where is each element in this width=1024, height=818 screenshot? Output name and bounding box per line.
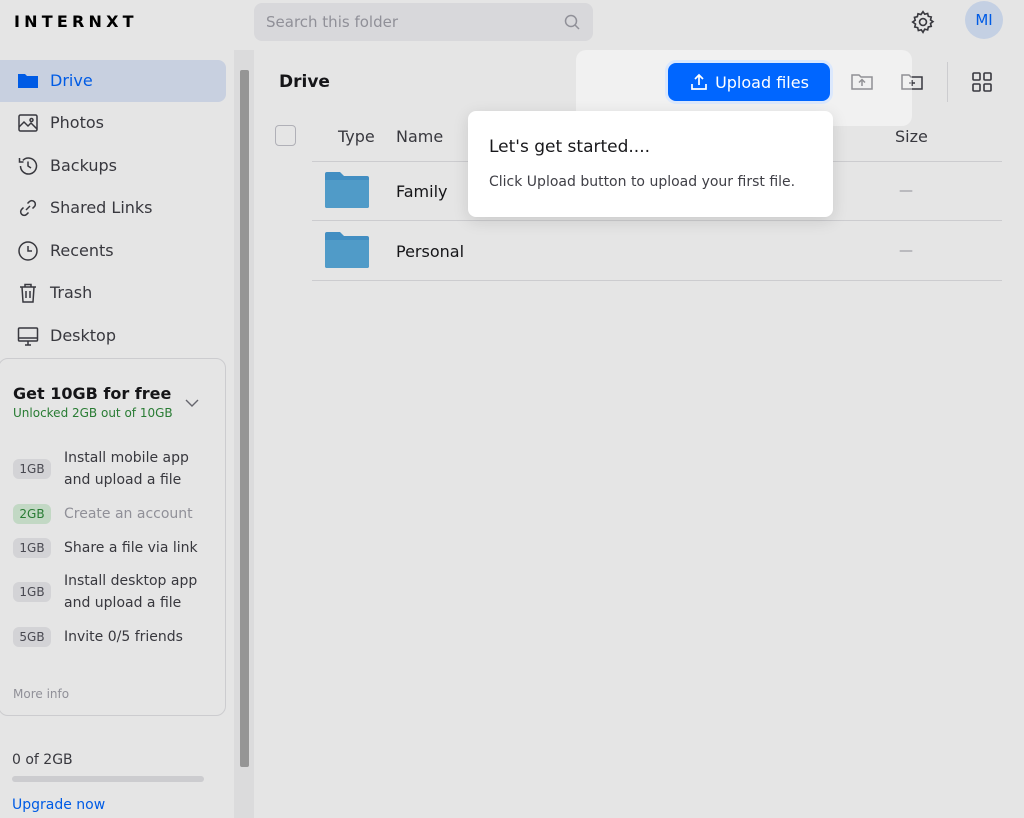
column-header-name[interactable]: Name: [396, 127, 443, 146]
sidebar-item-label: Recents: [50, 241, 114, 260]
grid-icon: [972, 72, 992, 92]
storage-usage: 0 of 2GB: [12, 752, 73, 768]
free-storage-panel: Get 10GB for free Unlocked 2GB out of 10…: [0, 358, 226, 716]
sidebar-item-trash[interactable]: Trash: [0, 272, 226, 314]
sidebar-item-photos[interactable]: Photos: [0, 102, 226, 144]
task-badge: 1GB: [13, 459, 51, 479]
page-title: Drive: [279, 72, 330, 92]
task-badge: 1GB: [13, 582, 51, 602]
select-all-checkbox[interactable]: [275, 125, 296, 146]
onboarding-tooltip: Let's get started.... Click Upload butto…: [468, 111, 833, 217]
folder-icon: [325, 232, 369, 268]
row-divider: [312, 220, 1002, 221]
file-size: —: [899, 183, 913, 199]
folder-upload-icon: [851, 74, 873, 90]
clock-icon: [18, 241, 38, 261]
sidebar-item-label: Shared Links: [50, 198, 153, 217]
chevron-down-icon[interactable]: [184, 395, 200, 411]
logo: INTERNXT: [14, 12, 138, 31]
sidebar-item-label: Backups: [50, 156, 117, 175]
promo-task: 1GB Install mobile app and upload a file: [13, 447, 189, 491]
sidebar-item-label: Trash: [50, 283, 93, 302]
upload-files-button[interactable]: Upload files: [668, 63, 830, 101]
promo-title: Get 10GB for free: [13, 384, 172, 403]
gear-icon[interactable]: [910, 9, 936, 35]
toolbar-divider: [947, 62, 948, 102]
sidebar: Drive Photos Backups Shared Links Recent…: [0, 50, 234, 818]
task-text: Share a file via link: [64, 540, 198, 556]
history-icon: [18, 157, 38, 175]
search-icon: [564, 14, 580, 30]
upload-folder-button[interactable]: [850, 70, 874, 94]
grid-view-button[interactable]: [970, 70, 994, 94]
folder-plus-icon: [901, 74, 923, 90]
upgrade-link[interactable]: Upgrade now: [12, 797, 105, 813]
folder-icon: [325, 172, 369, 208]
file-name: Family: [396, 182, 448, 201]
file-name: Personal: [396, 242, 465, 261]
trash-icon: [20, 283, 36, 303]
search-input[interactable]: Search this folder: [254, 3, 593, 41]
file-size: —: [899, 243, 913, 259]
avatar[interactable]: MI: [965, 1, 1003, 39]
promo-subtitle: Unlocked 2GB out of 10GB: [13, 406, 173, 420]
column-header-size[interactable]: Size: [895, 127, 928, 146]
row-divider: [312, 280, 1002, 281]
sidebar-item-label: Desktop: [50, 326, 116, 345]
task-badge: 2GB: [13, 504, 51, 524]
sidebar-item-shared-links[interactable]: Shared Links: [0, 187, 226, 229]
folder-icon: [18, 74, 38, 88]
search-placeholder: Search this folder: [266, 13, 398, 31]
sidebar-item-drive[interactable]: Drive: [0, 60, 226, 102]
new-folder-button[interactable]: [900, 70, 924, 94]
promo-task: 5GB Invite 0/5 friends: [13, 626, 183, 648]
task-badge: 1GB: [13, 538, 51, 558]
top-bar: INTERNXT Search this folder MI: [0, 0, 1024, 50]
sidebar-scroll-thumb[interactable]: [240, 70, 249, 767]
task-badge: 5GB: [13, 627, 51, 647]
column-header-type[interactable]: Type: [338, 127, 375, 146]
promo-task: 1GB Install desktop app and upload a fil…: [13, 570, 197, 614]
task-text: Invite 0/5 friends: [64, 629, 183, 645]
image-icon: [18, 114, 38, 132]
task-text: Create an account: [64, 506, 193, 522]
promo-task: 2GB Create an account: [13, 503, 193, 525]
upload-icon: [691, 73, 707, 90]
more-info-link[interactable]: More info: [13, 687, 69, 701]
tooltip-body: Click Upload button to upload your first…: [489, 174, 796, 190]
upload-files-label: Upload files: [715, 72, 809, 92]
task-text: Install desktop app and upload a file: [64, 573, 198, 611]
link-icon: [19, 199, 37, 217]
promo-task: 1GB Share a file via link: [13, 537, 198, 559]
storage-usage-bar: [12, 776, 204, 782]
tooltip-title: Let's get started....: [489, 137, 651, 157]
sidebar-item-backups[interactable]: Backups: [0, 145, 226, 187]
sidebar-item-desktop[interactable]: Desktop: [0, 315, 226, 357]
sidebar-item-recents[interactable]: Recents: [0, 230, 226, 272]
sidebar-item-label: Photos: [50, 113, 104, 132]
sidebar-item-label: Drive: [50, 71, 93, 90]
task-text: Install mobile app and upload a file: [64, 450, 189, 488]
monitor-icon: [17, 327, 39, 346]
